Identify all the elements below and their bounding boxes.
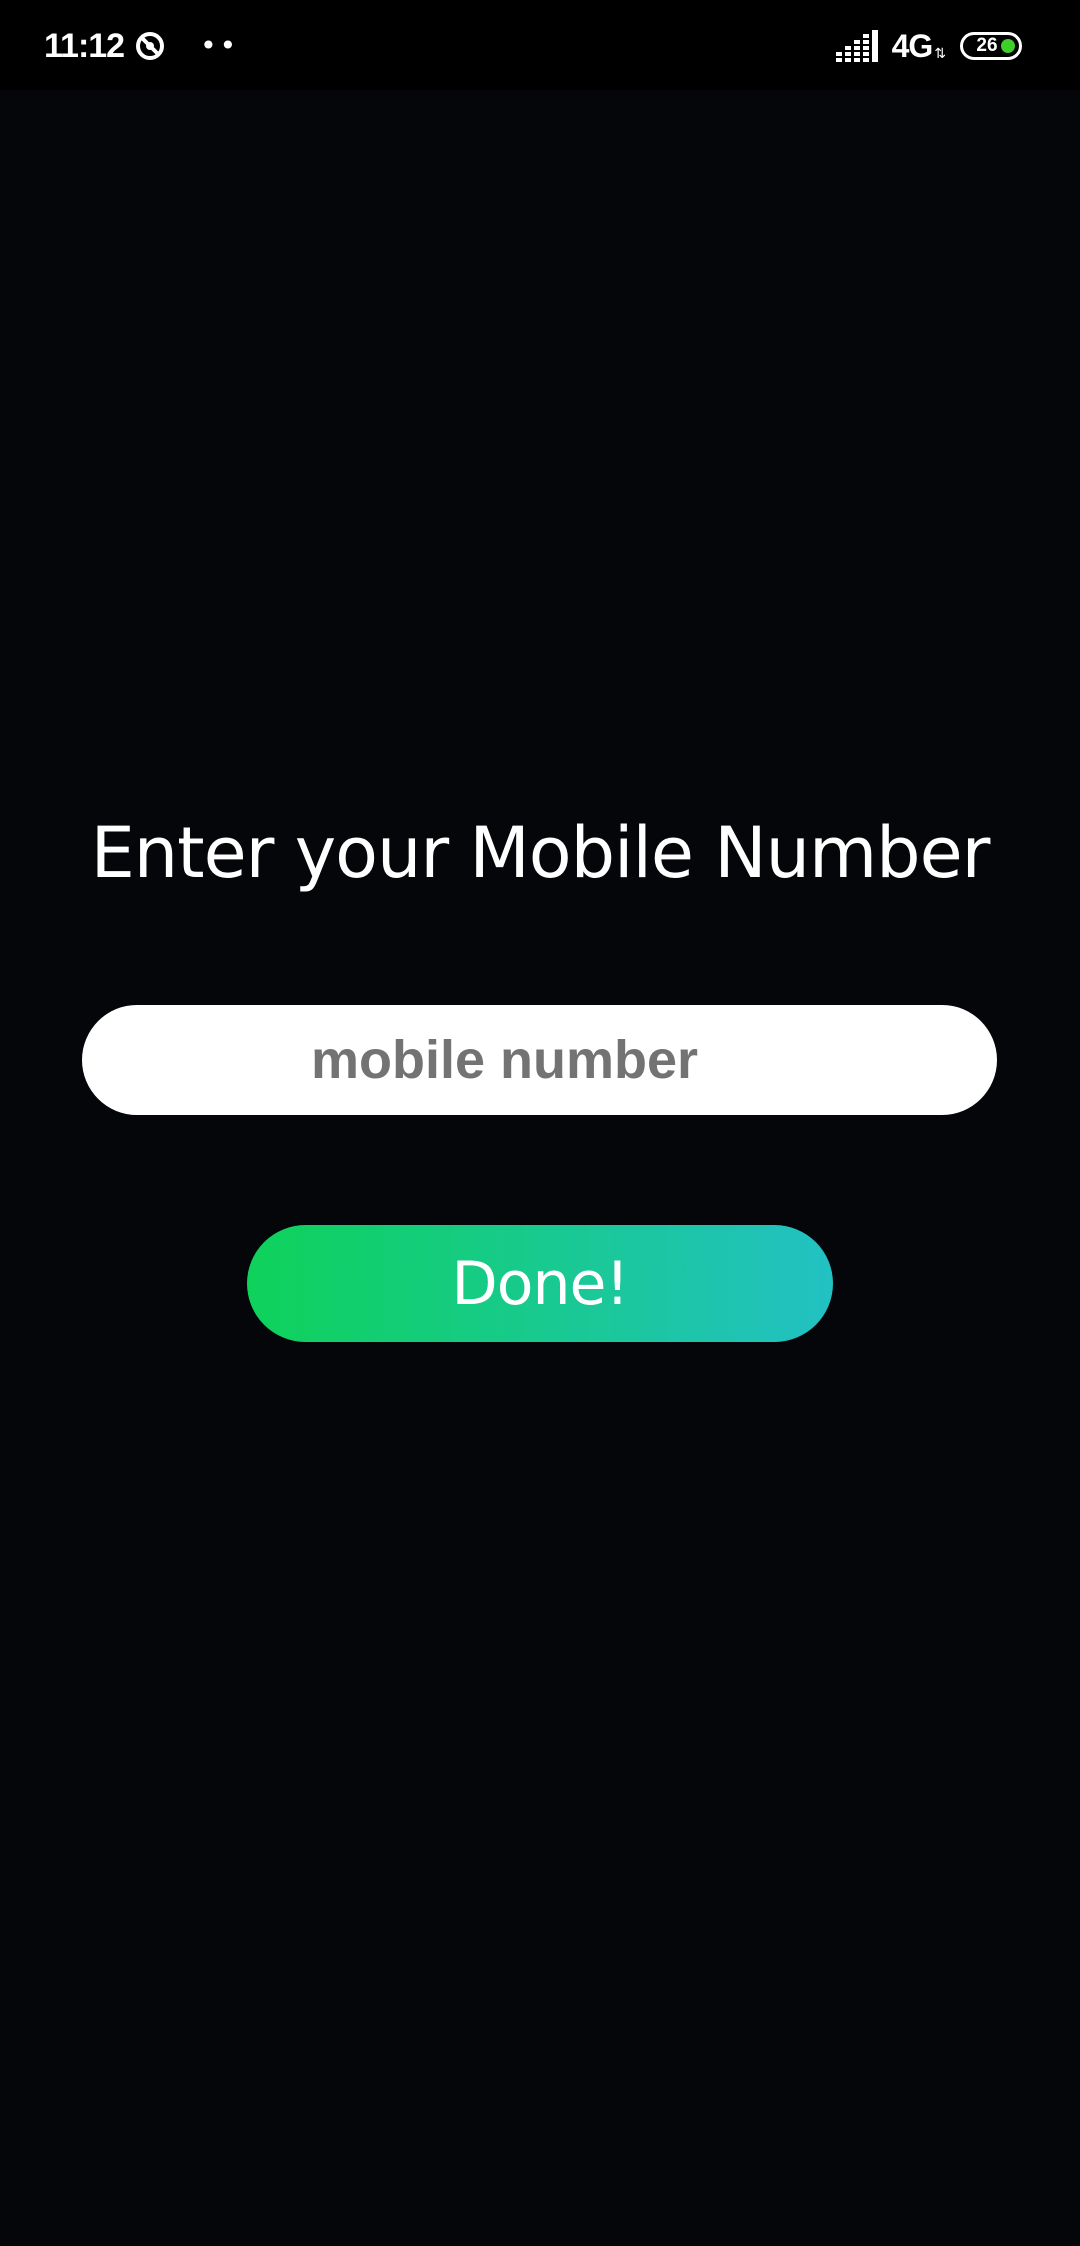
page-title: Enter your Mobile Number — [90, 812, 991, 894]
data-activity-icon: ⇅ — [934, 46, 946, 62]
status-right: 4G ⇅ 26 — [835, 24, 1022, 68]
notification-dots-icon: •• — [200, 29, 240, 62]
network-type-label: 4G — [891, 27, 934, 64]
do-not-disturb-icon — [134, 30, 166, 62]
status-left: 11:12 •• — [44, 22, 239, 70]
battery-charge-dot — [1001, 39, 1015, 53]
battery-icon: 26 — [960, 32, 1022, 60]
status-bar: 11:12 •• 4G ⇅ 26 — [0, 0, 1080, 90]
mobile-number-input[interactable] — [82, 1005, 997, 1115]
done-button[interactable]: Done! — [247, 1225, 833, 1342]
cell-signal-icon — [835, 30, 880, 62]
battery-level: 26 — [976, 35, 998, 56]
status-time: 11:12 — [44, 26, 125, 65]
